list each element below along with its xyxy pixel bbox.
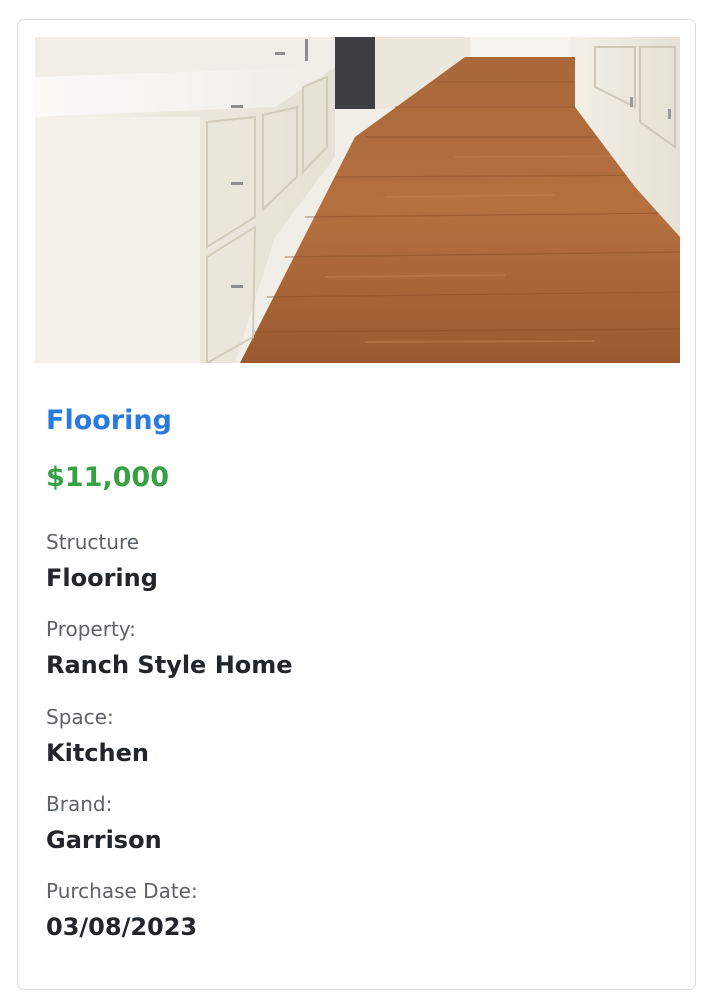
space-label: Space: bbox=[46, 705, 114, 729]
purchase-date-value: 03/08/2023 bbox=[46, 913, 198, 941]
structure-value: Flooring bbox=[46, 564, 158, 592]
purchase-date-label: Purchase Date: bbox=[46, 879, 198, 903]
space-value: Kitchen bbox=[46, 739, 149, 767]
product-title[interactable]: Flooring bbox=[46, 405, 172, 436]
product-image[interactable] bbox=[35, 37, 680, 363]
brand-value: Garrison bbox=[46, 826, 162, 854]
property-value: Ranch Style Home bbox=[46, 651, 293, 679]
property-label: Property: bbox=[46, 617, 136, 641]
product-card: Flooring $11,000 Structure Flooring Prop… bbox=[17, 19, 696, 990]
brand-label: Brand: bbox=[46, 792, 113, 816]
structure-label: Structure bbox=[46, 530, 140, 554]
product-price: $11,000 bbox=[46, 462, 169, 493]
